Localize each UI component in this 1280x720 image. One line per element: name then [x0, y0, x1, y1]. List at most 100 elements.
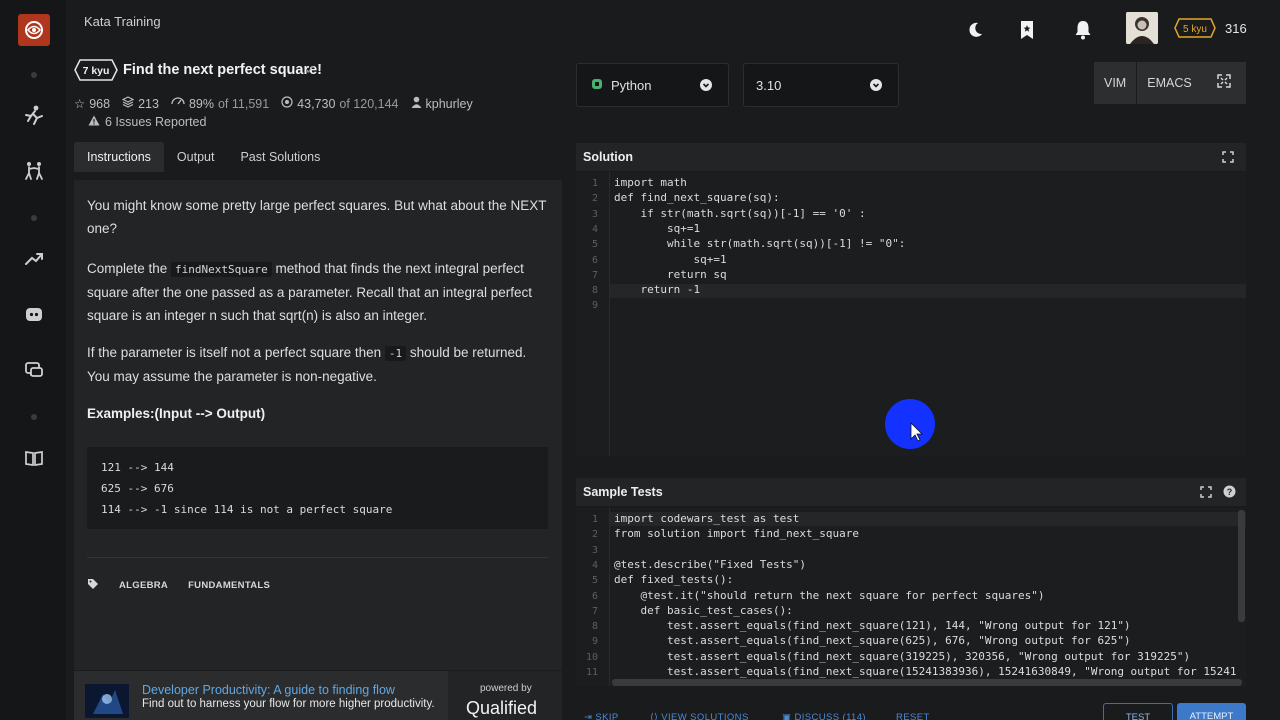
docs-icon[interactable] — [22, 446, 46, 470]
satisfaction-icon — [171, 96, 185, 111]
line-number: 2 — [591, 529, 598, 541]
version-select[interactable]: 3.10 — [743, 63, 899, 107]
instructions-panel: You might know some pretty large perfect… — [74, 180, 562, 670]
promo-title[interactable]: Developer Productivity: A guide to findi… — [142, 683, 395, 697]
collections-stat[interactable]: 213 — [121, 96, 159, 111]
sample-tests-editor[interactable]: 1 import codewars_test as test 2 from solut… — [576, 508, 1246, 686]
chat-icon[interactable] — [22, 358, 46, 382]
help-icon[interactable]: ? — [1223, 485, 1236, 503]
inline-code-minus-one: -1 — [384, 346, 407, 361]
discuss-button[interactable]: ▣ DISCUSS (114) — [782, 712, 866, 720]
code-line: def find_next_square(sq): — [614, 191, 780, 205]
tab-past-solutions[interactable]: Past Solutions — [227, 142, 333, 172]
line-number: 4 — [591, 559, 598, 571]
author-stat[interactable]: kphurley — [411, 96, 473, 111]
fullscreen-icon[interactable] — [1222, 150, 1234, 168]
issues-label: 6 Issues Reported — [105, 115, 207, 129]
satisfaction-total: of 11,591 — [217, 96, 270, 111]
view-solutions-label: VIEW SOLUTIONS — [661, 712, 749, 720]
line-number: 10 — [585, 651, 598, 663]
view-solutions-icon: ⟨⟩ — [650, 712, 659, 720]
language-value: Python — [611, 77, 652, 93]
example-line: 121 --> 144 — [101, 461, 174, 474]
sample-tests-title: Sample Tests — [583, 485, 663, 499]
stars-count: 968 — [89, 96, 111, 111]
language-select[interactable]: Python — [576, 63, 729, 107]
author-name[interactable]: kphurley — [426, 97, 473, 111]
version-value: 3.10 — [756, 77, 782, 93]
dojo-icon[interactable] — [22, 158, 46, 182]
discord-icon[interactable] — [22, 302, 46, 326]
kyu-badge: 7 kyu — [74, 59, 118, 81]
sponsor-box[interactable]: powered by Qualified — [448, 671, 562, 720]
tab-output[interactable]: Output — [164, 142, 228, 172]
avatar[interactable] — [1126, 12, 1158, 44]
check-icon: ✓ — [305, 62, 316, 77]
examples-code-block: 121 --> 144 625 --> 676 114 --> -1 since… — [87, 447, 548, 529]
p3-text-a: If the parameter is itself not a perfect… — [87, 345, 385, 360]
sample-tests-header: Sample Tests ? — [576, 478, 1246, 506]
line-number: 3 — [591, 544, 598, 556]
tab-instructions[interactable]: Instructions — [74, 142, 164, 172]
bookmark-icon[interactable] — [1015, 18, 1039, 42]
satisfaction-value: 89% — [188, 96, 214, 111]
cursor-highlight — [885, 399, 935, 449]
instruction-tabs: Instructions Output Past Solutions — [74, 142, 333, 172]
test-button[interactable]: TEST — [1103, 703, 1173, 720]
code-line: @test.it("should return the next square … — [614, 588, 1045, 602]
code-line: while str(math.sqrt(sq))[-1] != "0": — [614, 237, 906, 251]
completed-value: 43,730 — [297, 96, 336, 111]
code-line: test.assert_equals(find_next_square(3192… — [614, 649, 1191, 663]
promo-banner[interactable]: Developer Productivity: A guide to findi… — [74, 671, 562, 720]
breadcrumb[interactable]: Kata Training — [84, 14, 161, 29]
skip-label: SKIP — [595, 712, 619, 720]
stars-stat[interactable]: ☆ 968 — [74, 96, 111, 112]
fullscreen-button[interactable] — [1202, 62, 1246, 104]
code-line: test.assert_equals(find_next_square(1524… — [614, 665, 1237, 678]
line-number: 7 — [591, 269, 598, 281]
fullscreen-icon[interactable] — [1200, 485, 1212, 503]
issues-reported[interactable]: 6 Issues Reported — [88, 115, 206, 129]
view-solutions-button[interactable]: ⟨⟩ VIEW SOLUTIONS — [650, 712, 749, 720]
promo-subtitle: Find out to harness your flow for more h… — [142, 698, 435, 710]
vertical-scrollbar[interactable] — [1238, 510, 1245, 622]
bell-icon[interactable] — [1071, 18, 1095, 42]
completed-total: of 120,144 — [339, 96, 399, 111]
user-icon — [411, 96, 422, 111]
attempt-button[interactable]: ATTEMPT — [1177, 703, 1246, 720]
line-number: 1 — [591, 514, 598, 525]
tag-fundamentals[interactable]: FUNDAMENTALS — [188, 580, 270, 591]
line-number: 6 — [591, 590, 598, 602]
line-number: 9 — [591, 300, 598, 312]
code-line: import codewars_test as test — [614, 512, 800, 525]
moon-icon[interactable] — [963, 18, 987, 42]
leaderboard-icon[interactable] — [22, 246, 46, 270]
line-number: 5 — [591, 239, 598, 251]
reset-button[interactable]: RESET — [896, 712, 930, 720]
skip-button[interactable]: ⇥ SKIP — [584, 712, 619, 720]
solution-title: Solution — [583, 150, 633, 164]
emacs-mode-button[interactable]: EMACS — [1137, 62, 1203, 104]
fullscreen-icon — [1217, 73, 1231, 93]
tag-algebra[interactable]: ALGEBRA — [119, 580, 168, 591]
completed-stat: 43,730 of 120,144 — [281, 96, 399, 111]
collection-icon — [121, 96, 135, 111]
instructions-paragraph-3: If the parameter is itself not a perfect… — [87, 341, 547, 388]
line-number: 2 — [591, 193, 598, 205]
rank-badge[interactable]: 5 kyu — [1174, 18, 1216, 38]
example-line: 625 --> 676 — [101, 482, 174, 495]
line-number: 11 — [585, 667, 598, 678]
horizontal-scrollbar[interactable] — [612, 679, 1242, 686]
code-line: @test.describe("Fixed Tests") — [614, 557, 807, 571]
keybinding-modes: VIM EMACS — [1094, 62, 1203, 104]
kata-title: Find the next perfect square! — [123, 62, 323, 78]
vim-mode-button[interactable]: VIM — [1094, 62, 1138, 104]
code-line: def basic_test_cases(): — [614, 603, 793, 617]
collections-count: 213 — [138, 96, 159, 111]
codewars-logo-icon[interactable] — [18, 14, 50, 46]
code-line: return -1 — [614, 283, 701, 297]
kata-icon[interactable] — [22, 103, 46, 127]
code-line: test.assert_equals(find_next_square(121)… — [614, 619, 1131, 633]
promo-image — [85, 684, 129, 718]
warning-icon — [88, 115, 100, 129]
